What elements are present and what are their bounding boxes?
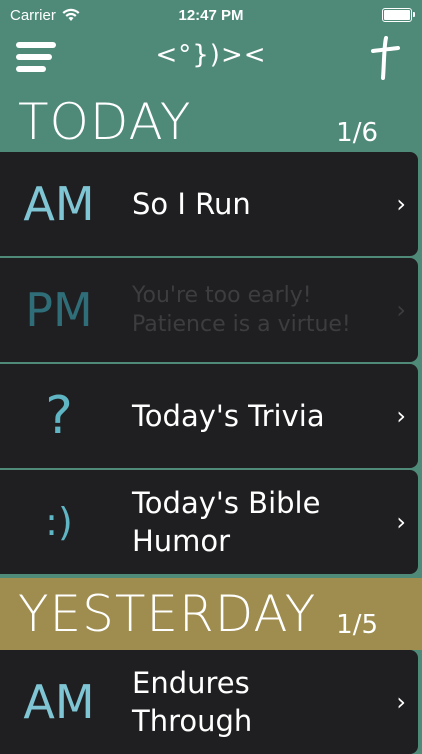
entry-title: Today's Bible Humor bbox=[132, 486, 321, 558]
battery-icon bbox=[382, 8, 415, 22]
entry-today-trivia[interactable]: ? Today's Trivia › bbox=[0, 364, 418, 468]
chevron-right-icon: › bbox=[396, 402, 406, 430]
question-icon: ? bbox=[45, 386, 73, 446]
chevron-right-icon: › bbox=[396, 688, 406, 716]
entry-title: Endures Through bbox=[132, 666, 253, 738]
clock: 12:47 PM bbox=[178, 6, 244, 24]
entry-yesterday-am[interactable]: AM Endures Through › bbox=[0, 650, 418, 754]
chevron-right-icon: › bbox=[396, 190, 406, 218]
carrier-label: Carrier bbox=[10, 6, 56, 24]
entry-today-am[interactable]: AM So I Run › bbox=[0, 152, 418, 256]
carrier-group: Carrier bbox=[10, 7, 80, 24]
am-icon: AM bbox=[23, 177, 95, 231]
hamburger-icon bbox=[16, 42, 56, 48]
am-icon: AM bbox=[23, 675, 95, 729]
app-logo: <°})>< bbox=[155, 40, 267, 70]
entry-today-humor[interactable]: :) Today's Bible Humor › bbox=[0, 470, 418, 574]
entry-title: Today's Trivia bbox=[132, 399, 325, 433]
battery-level bbox=[384, 10, 410, 20]
section-title: YESTERDAY bbox=[18, 585, 317, 643]
chevron-right-icon: › bbox=[396, 508, 406, 536]
pm-icon: PM bbox=[25, 283, 93, 337]
section-title: TODAY bbox=[18, 93, 192, 151]
status-bar: Carrier 12:47 PM bbox=[0, 0, 422, 30]
cross-icon[interactable] bbox=[370, 36, 400, 80]
entry-title: So I Run bbox=[132, 187, 251, 221]
entry-title: You're too early! Patience is a virtue! bbox=[132, 283, 351, 337]
chevron-right-icon: › bbox=[396, 296, 406, 324]
wifi-icon bbox=[62, 8, 80, 21]
section-header-yesterday: YESTERDAY 1/5 bbox=[0, 578, 422, 650]
navbar: <°})>< bbox=[0, 30, 422, 86]
section-count: 1/5 bbox=[336, 610, 378, 640]
entry-today-pm: PM You're too early! Patience is a virtu… bbox=[0, 258, 418, 362]
section-header-today: TODAY 1/6 bbox=[0, 86, 422, 158]
section-count: 1/6 bbox=[336, 118, 378, 148]
smiley-icon: :) bbox=[45, 500, 73, 544]
menu-button[interactable] bbox=[16, 42, 58, 72]
